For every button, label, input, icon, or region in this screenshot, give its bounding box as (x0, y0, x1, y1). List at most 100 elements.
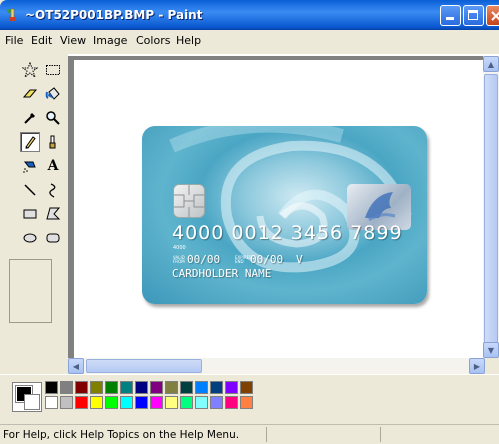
scroll-right-button[interactable]: ▶ (469, 358, 485, 374)
color-swatch[interactable] (120, 396, 133, 409)
tool-box: A (0, 54, 68, 374)
scroll-up-button[interactable]: ▲ (483, 56, 499, 72)
valid-from-label: VALID FROM (173, 255, 185, 264)
color-swatch[interactable] (90, 396, 103, 409)
scroll-left-button[interactable]: ◀ (68, 358, 84, 374)
color-swatch[interactable] (225, 381, 238, 394)
curve-icon (49, 183, 56, 198)
credit-card-image: 4000 0012 3456 7899 4000 VALID FROM 00/0… (142, 126, 427, 304)
line-tool[interactable] (20, 180, 40, 200)
status-bar: For Help, click Help Topics on the Help … (0, 424, 499, 444)
color-swatch[interactable] (210, 381, 223, 394)
polygon-tool[interactable] (43, 204, 63, 224)
fill-bucket-icon (45, 87, 60, 100)
airbrush-tool[interactable] (20, 156, 40, 176)
card-number: 4000 0012 3456 7899 (172, 222, 403, 244)
color-swatch[interactable] (180, 396, 193, 409)
color-swatch[interactable] (210, 396, 223, 409)
menu-bar: File Edit View Image Colors Help (0, 30, 499, 50)
color-swatch[interactable] (135, 396, 148, 409)
arrow-right-icon: ▶ (473, 361, 481, 371)
color-swatch[interactable] (60, 381, 73, 394)
color-swatch[interactable] (75, 381, 88, 394)
menu-image[interactable]: Image (93, 34, 127, 47)
color-swatch[interactable] (225, 396, 238, 409)
ellipse-icon (23, 233, 37, 243)
paint-app-icon (7, 8, 16, 21)
status-help-text: For Help, click Help Topics on the Help … (3, 429, 240, 441)
arrow-left-icon: ◀ (72, 361, 80, 371)
color-swatch[interactable] (90, 381, 103, 394)
menu-colors[interactable]: Colors (136, 34, 170, 47)
rounded-rectangle-tool[interactable] (43, 228, 63, 248)
cardholder-name: CARDHOLDER NAME (172, 267, 272, 280)
select-tool[interactable] (43, 60, 63, 80)
fill-tool[interactable] (43, 84, 63, 104)
status-pane-size (380, 427, 499, 442)
card-v-mark: V (296, 253, 303, 266)
color-swatch[interactable] (195, 381, 208, 394)
background-color (24, 394, 40, 410)
maximize-button[interactable] (463, 5, 484, 26)
menu-edit[interactable]: Edit (31, 34, 52, 47)
polygon-icon (46, 207, 61, 220)
color-swatch[interactable] (180, 381, 193, 394)
color-swatch[interactable] (150, 381, 163, 394)
menu-view[interactable]: View (60, 34, 86, 47)
line-icon (24, 184, 36, 196)
rectangle-icon (23, 209, 37, 219)
minimize-button[interactable] (440, 5, 461, 26)
color-swatch[interactable] (240, 381, 253, 394)
rounded-rectangle-icon (46, 233, 60, 243)
window-title: ~OT52P001BP.BMP - Paint (25, 8, 203, 22)
expires-date: 00/00 (250, 253, 284, 266)
color-swatch[interactable] (240, 396, 253, 409)
pick-color-tool[interactable] (20, 108, 40, 128)
title-bar[interactable]: ~OT52P001BP.BMP - Paint (0, 0, 499, 30)
color-swatch[interactable] (150, 396, 163, 409)
close-button[interactable] (486, 5, 499, 26)
vertical-scroll-thumb[interactable] (484, 74, 498, 344)
tool-options-box[interactable] (9, 259, 52, 323)
color-swatch[interactable] (75, 396, 88, 409)
eraser-tool[interactable] (20, 84, 40, 104)
minimize-icon (446, 17, 454, 20)
color-swatch[interactable] (45, 381, 58, 394)
valid-from-date: 00/00 (187, 253, 221, 266)
free-form-select-tool[interactable] (20, 60, 40, 80)
color-swatch[interactable] (165, 381, 178, 394)
color-swatch[interactable] (105, 381, 118, 394)
color-swatch[interactable] (45, 396, 58, 409)
close-icon (491, 11, 499, 21)
color-swatch[interactable] (105, 396, 118, 409)
magnifier-icon (46, 111, 60, 125)
magnifier-tool[interactable] (43, 108, 63, 128)
color-swatch[interactable] (195, 396, 208, 409)
color-swatch[interactable] (165, 396, 178, 409)
menu-file[interactable]: File (5, 34, 23, 47)
brush-icon (49, 135, 56, 149)
rect-select-icon (46, 65, 60, 75)
rectangle-tool[interactable] (20, 204, 40, 224)
brush-tool[interactable] (43, 132, 63, 152)
color-swatch[interactable] (60, 396, 73, 409)
color-swatch[interactable] (120, 381, 133, 394)
ellipse-tool[interactable] (20, 228, 40, 248)
text-tool[interactable]: A (43, 156, 63, 176)
curve-tool[interactable] (43, 180, 63, 200)
horizontal-scroll-thumb[interactable] (86, 359, 202, 373)
menu-help[interactable]: Help (176, 34, 201, 47)
expires-label: EXPIRES END (235, 255, 252, 264)
eyedropper-icon (24, 113, 35, 124)
eraser-icon (22, 89, 38, 98)
arrow-down-icon: ▼ (487, 345, 495, 355)
color-swatch[interactable] (135, 381, 148, 394)
text-icon: A (47, 158, 59, 174)
pencil-tool[interactable] (20, 132, 40, 152)
status-pane-coords (266, 427, 379, 442)
airbrush-icon (23, 161, 36, 173)
maximize-icon (468, 10, 478, 20)
arrow-up-icon: ▲ (487, 59, 495, 69)
star-select-icon (22, 62, 38, 78)
scroll-down-button[interactable]: ▼ (483, 342, 499, 358)
